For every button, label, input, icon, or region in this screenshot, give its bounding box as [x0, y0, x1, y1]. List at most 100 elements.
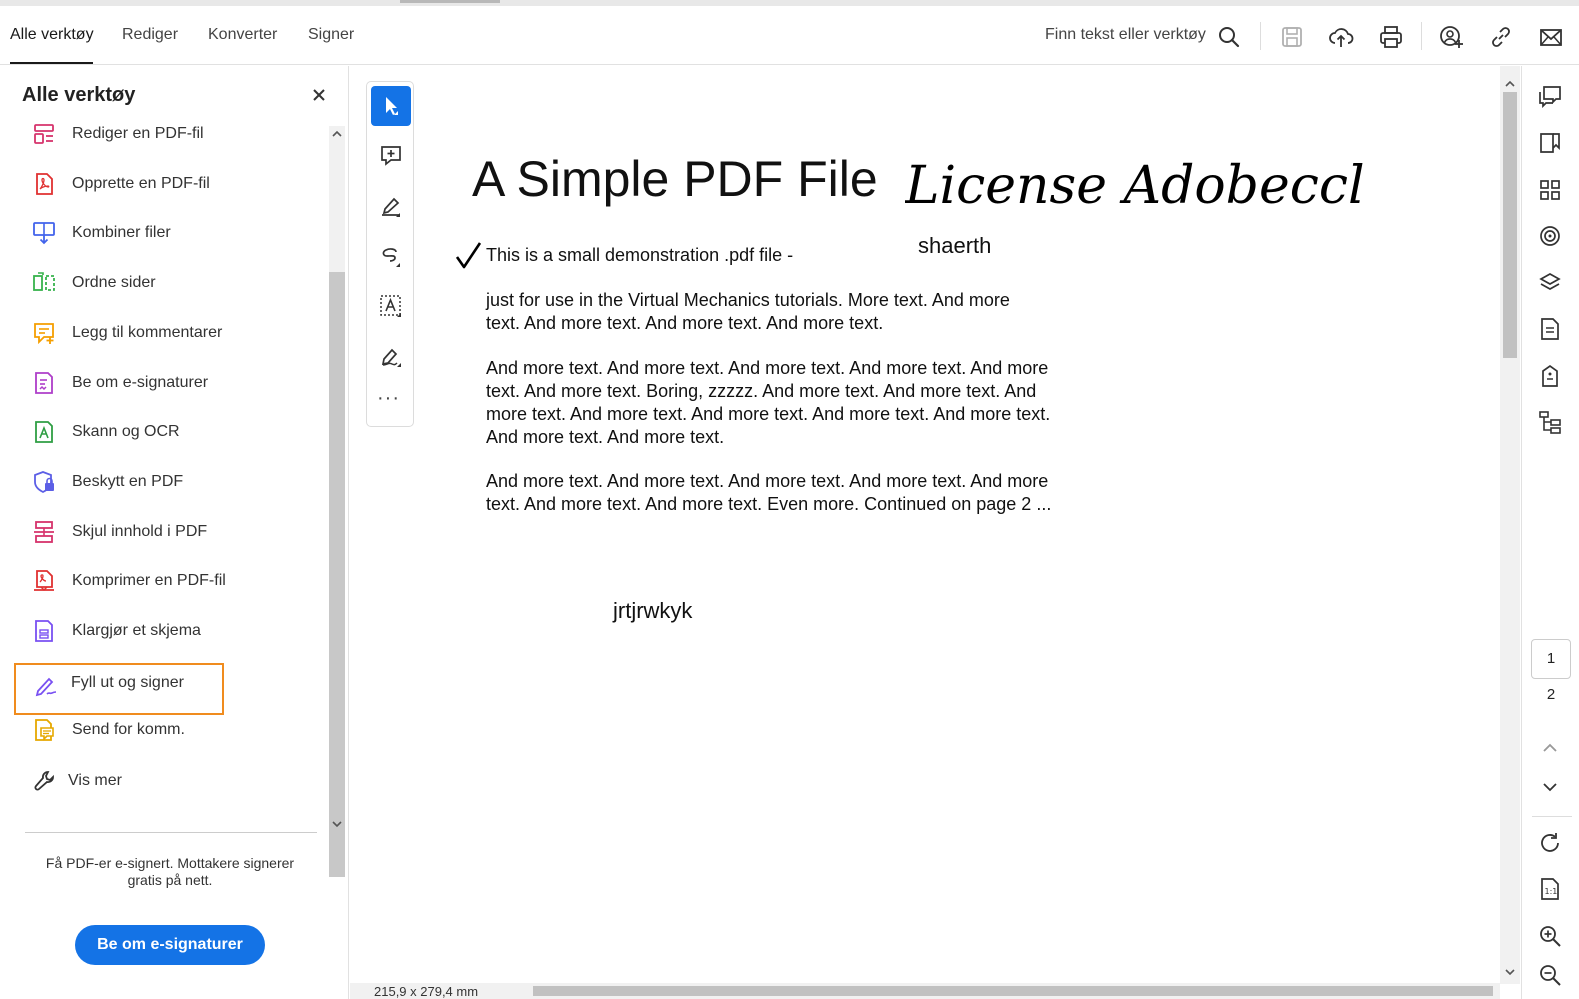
save-icon[interactable] — [1279, 24, 1305, 50]
checkmark-icon[interactable] — [454, 241, 484, 271]
tool-send-for-comments[interactable]: Send for komm. — [14, 709, 304, 753]
tool-create-pdf[interactable]: Opprette en PDF-fil — [14, 163, 304, 207]
signature-image: License Adobeccl — [905, 148, 1405, 228]
pdf-text-line: And more text. And more text. — [486, 427, 725, 447]
chevron-up-icon[interactable] — [1504, 78, 1516, 90]
tool-label: Skjul innhold i PDF — [72, 523, 208, 540]
fill-sign-icon — [34, 673, 58, 697]
document-horizontal-scrollbar[interactable]: 215,9 x 279,4 mm — [350, 983, 1500, 999]
request-esign-icon — [32, 371, 56, 395]
request-esignatures-button[interactable]: Be om e-signaturer — [75, 925, 265, 965]
svg-text:1:1: 1:1 — [1545, 887, 1558, 896]
structure-tree-icon[interactable] — [1538, 410, 1562, 434]
compress-pdf-icon — [32, 569, 56, 593]
more-tools-icon[interactable]: ··· — [377, 387, 400, 410]
tool-label: Skann og OCR — [72, 423, 180, 440]
tool-request-esignatures[interactable]: Be om e-signaturer — [14, 362, 304, 406]
tool-fill-and-sign[interactable]: Fyll ut og signer — [14, 663, 224, 715]
link-icon[interactable] — [1488, 24, 1514, 50]
active-tab-underline — [10, 62, 93, 64]
tool-label: Legg til kommentarer — [72, 324, 223, 341]
close-icon[interactable] — [310, 86, 328, 104]
tool-label: Be om e-signaturer — [72, 374, 209, 391]
promo-line: Få PDF-er e-signert. Mottakere signerer — [45, 855, 295, 871]
pdf-text-line: text. And more text. And more text. And … — [486, 313, 884, 333]
sign-tool-button[interactable] — [371, 336, 411, 376]
chevron-up-icon[interactable] — [1538, 736, 1562, 760]
tool-label: Ordne sider — [72, 274, 156, 291]
document-properties-icon[interactable] — [1538, 317, 1562, 341]
tab-all-tools[interactable]: Alle verktøy — [10, 26, 94, 44]
select-tool-button[interactable] — [371, 86, 411, 126]
tool-label: Komprimer en PDF-fil — [72, 572, 226, 589]
wrench-icon — [34, 769, 58, 793]
tool-edit-pdf[interactable]: Rediger en PDF-fil — [14, 113, 304, 157]
organize-pages-icon — [32, 271, 56, 295]
highlight-tool-button[interactable] — [371, 186, 411, 226]
actual-size-icon[interactable]: 1:1 — [1538, 877, 1562, 901]
tool-organize-pages[interactable]: Ordne sider — [14, 262, 304, 306]
tool-add-comments[interactable]: Legg til kommentarer — [14, 312, 304, 356]
all-tools-panel: Alle verktøy Rediger en PDF-fil Opprette… — [0, 66, 349, 999]
tool-label: Beskytt en PDF — [72, 473, 184, 490]
comments-icon[interactable] — [1538, 84, 1562, 108]
mail-icon[interactable] — [1538, 24, 1564, 50]
create-pdf-icon — [32, 172, 56, 196]
protect-pdf-icon — [32, 470, 56, 494]
tool-protect-pdf[interactable]: Beskytt en PDF — [14, 461, 304, 505]
add-text-tool-button[interactable] — [371, 286, 411, 326]
add-comment-tool-button[interactable] — [371, 136, 411, 176]
chevron-down-icon[interactable] — [1504, 966, 1516, 978]
search-icon[interactable] — [1216, 24, 1242, 50]
send-comment-icon — [32, 718, 56, 742]
scrollbar-thumb[interactable] — [329, 272, 345, 877]
tool-scan-ocr[interactable]: Skann og OCR — [14, 411, 304, 455]
zoom-in-icon[interactable] — [1538, 924, 1562, 948]
draw-freehand-tool-button[interactable] — [371, 236, 411, 276]
tool-redact-pdf[interactable]: Skjul innhold i PDF — [14, 511, 304, 555]
tool-combine-files[interactable]: Kombiner filer — [14, 212, 304, 256]
top-menubar: Alle verktøy Rediger Konverter Signer Fi… — [0, 6, 1579, 65]
scrollbar-thumb[interactable] — [533, 986, 1493, 996]
zoom-out-icon[interactable] — [1538, 963, 1562, 987]
pdf-text-line: And more text. And more text. And more t… — [486, 358, 1049, 378]
tool-label: Opprette en PDF-fil — [72, 175, 210, 192]
print-icon[interactable] — [1378, 24, 1404, 50]
document-vertical-scrollbar[interactable] — [1500, 66, 1520, 984]
thumbnails-grid-icon[interactable] — [1538, 178, 1562, 202]
layers-icon[interactable] — [1538, 271, 1562, 295]
tab-sign[interactable]: Signer — [308, 26, 354, 44]
panel-divider — [25, 832, 317, 833]
tool-show-more[interactable]: Vis mer — [14, 760, 304, 804]
text-annotation[interactable]: jrtjrwkyk — [613, 598, 692, 624]
tool-compress-pdf[interactable]: Komprimer en PDF-fil — [14, 560, 304, 604]
text-annotation[interactable]: shaerth — [918, 233, 991, 259]
tool-label: Rediger en PDF-fil — [72, 125, 204, 142]
document-canvas: ··· A Simple PDF File License Adobeccl s… — [350, 66, 1520, 999]
share-user-icon[interactable] — [1438, 24, 1464, 50]
attachment-file-icon[interactable] — [1538, 364, 1562, 388]
esign-promo-text: Få PDF-er e-signert. Mottakere signerer … — [40, 855, 300, 889]
target-icon[interactable] — [1538, 224, 1562, 248]
rail-separator — [1532, 816, 1572, 817]
upload-cloud-icon[interactable] — [1328, 24, 1354, 50]
tools-scrollbar[interactable] — [327, 126, 345, 877]
chevron-up-icon[interactable] — [331, 128, 343, 140]
pdf-text-line: And more text. And more text. And more t… — [486, 471, 1049, 491]
find-text-or-tools[interactable]: Finn tekst eller verktøy — [1045, 26, 1206, 44]
right-rail: 1 2 1:1 — [1521, 66, 1579, 999]
tab-convert[interactable]: Konverter — [208, 26, 277, 44]
rotate-icon[interactable] — [1538, 831, 1562, 855]
quick-tools-bar: ··· — [366, 81, 414, 427]
chevron-down-icon[interactable] — [1538, 775, 1562, 799]
bookmark-icon[interactable] — [1538, 131, 1562, 155]
tool-label: Send for komm. — [72, 721, 185, 738]
tab-edit[interactable]: Rediger — [122, 26, 178, 44]
toolbar-separator — [1421, 22, 1422, 50]
current-page-input[interactable]: 1 — [1531, 639, 1571, 679]
scrollbar-thumb[interactable] — [1503, 92, 1517, 358]
tool-prepare-form[interactable]: Klargjør et skjema — [14, 610, 304, 654]
tool-label: Vis mer — [68, 772, 122, 789]
chevron-down-icon[interactable] — [331, 818, 343, 830]
pdf-text-line: text. And more text. Boring, zzzzz. And … — [486, 381, 1037, 401]
